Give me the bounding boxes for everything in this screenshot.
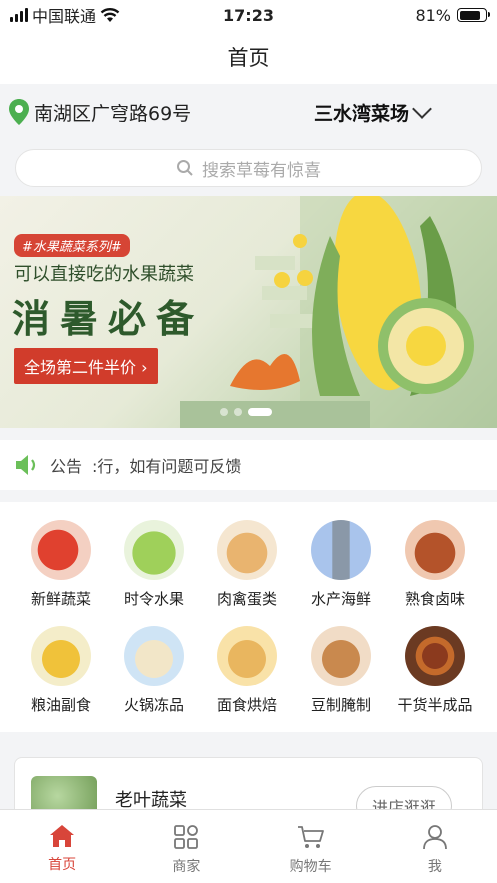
category-deli[interactable]: 熟食卤味 xyxy=(388,520,482,609)
category-label: 熟食卤味 xyxy=(404,590,465,608)
status-time: 17:23 xyxy=(223,5,274,25)
category-seafood[interactable]: 水产海鲜 xyxy=(294,520,388,609)
location-pin-icon xyxy=(9,99,29,125)
category-label: 肉禽蛋类 xyxy=(216,590,277,608)
carousel-dots xyxy=(220,408,272,416)
carousel-dot[interactable] xyxy=(234,408,242,416)
category-frozen[interactable]: 火锅冻品 xyxy=(107,626,201,715)
category-label: 粮油副食 xyxy=(30,696,91,714)
notice-text: :行，如有问题可反馈 xyxy=(92,457,242,476)
category-label: 干货半成品 xyxy=(397,696,473,714)
category-grid: 新鲜蔬菜 时令水果 肉禽蛋类 水产海鲜 熟食卤味 粮油副食 火锅冻品 面食烘焙 … xyxy=(0,502,497,732)
status-bar: 中国联通 17:23 81% xyxy=(0,0,497,30)
category-label: 火锅冻品 xyxy=(123,696,184,714)
roast-chicken-icon xyxy=(405,520,465,580)
carousel-dot-active[interactable] xyxy=(248,408,272,416)
category-label: 新鲜蔬菜 xyxy=(30,590,91,608)
apple-icon xyxy=(124,520,184,580)
market-selector[interactable]: 三水湾菜场 xyxy=(313,99,432,126)
user-icon xyxy=(422,825,447,850)
tab-shops[interactable]: 商家 xyxy=(124,810,248,883)
fish-icon xyxy=(311,520,371,580)
category-seasonal-fruit[interactable]: 时令水果 xyxy=(107,520,201,609)
battery-icon xyxy=(457,8,490,22)
tab-label: 首页 xyxy=(48,857,77,873)
bread-icon xyxy=(217,626,277,686)
banner-tag: #水果蔬菜系列# xyxy=(14,234,130,257)
spice-icon xyxy=(405,626,465,686)
signal-icon xyxy=(10,8,28,22)
category-label: 时令水果 xyxy=(123,590,184,608)
wifi-icon xyxy=(100,8,120,22)
promo-banner[interactable]: #水果蔬菜系列# 可以直接吃的水果蔬菜 消暑必备 全场第二件半价 › xyxy=(0,196,497,428)
banner-cta-button[interactable]: 全场第二件半价 › xyxy=(14,348,158,384)
battery-percent: 81% xyxy=(415,5,451,25)
banner-headline: 消暑必备 xyxy=(12,296,205,341)
notice-bar[interactable]: 公告 :行，如有问题可反馈 xyxy=(0,440,497,490)
cart-icon xyxy=(297,826,324,848)
category-meat-eggs[interactable]: 肉禽蛋类 xyxy=(200,520,294,609)
search-icon xyxy=(177,160,193,176)
category-label: 水产海鲜 xyxy=(310,590,371,608)
oil-icon xyxy=(31,626,91,686)
search-area: 搜索草莓有惊喜 xyxy=(0,140,497,196)
category-grain-oil[interactable]: 粮油副食 xyxy=(14,626,108,715)
search-input[interactable]: 搜索草莓有惊喜 xyxy=(15,149,482,187)
shops-icon xyxy=(174,825,199,849)
carousel-dot[interactable] xyxy=(220,408,228,416)
battery-level xyxy=(459,10,480,20)
tab-label: 我 xyxy=(427,859,442,875)
category-label: 面食烘焙 xyxy=(216,696,277,714)
category-tofu-pickled[interactable]: 豆制腌制 xyxy=(294,626,388,715)
tab-cart[interactable]: 购物车 xyxy=(249,810,373,883)
notice-label: 公告 xyxy=(50,457,83,476)
tab-home[interactable]: 首页 xyxy=(0,810,124,883)
egg-icon xyxy=(217,520,277,580)
tab-label: 商家 xyxy=(172,859,201,875)
category-dry-goods[interactable]: 干货半成品 xyxy=(388,626,482,715)
market-name: 三水湾菜场 xyxy=(313,102,409,125)
category-fresh-vegetables[interactable]: 新鲜蔬菜 xyxy=(14,520,108,609)
category-bakery[interactable]: 面食烘焙 xyxy=(200,626,294,715)
tab-me[interactable]: 我 xyxy=(373,810,497,883)
page-title: 首页 xyxy=(0,30,497,84)
location-bar[interactable]: 南湖区广穹路69号 三水湾菜场 xyxy=(0,84,497,140)
tab-label: 购物车 xyxy=(289,859,332,875)
carrier-label: 中国联通 xyxy=(32,7,97,26)
tomato-icon xyxy=(31,520,91,580)
category-label: 豆制腌制 xyxy=(310,696,371,714)
search-placeholder: 搜索草莓有惊喜 xyxy=(202,160,321,181)
home-icon xyxy=(50,825,75,847)
speaker-icon xyxy=(16,455,36,475)
tab-bar: 首页 商家 购物车 我 xyxy=(0,809,497,883)
banner-subtitle: 可以直接吃的水果蔬菜 xyxy=(14,264,194,285)
tofu-icon xyxy=(311,626,371,686)
delivery-address[interactable]: 南湖区广穹路69号 xyxy=(34,99,314,126)
chevron-down-icon xyxy=(412,99,432,119)
dumpling-icon xyxy=(124,626,184,686)
